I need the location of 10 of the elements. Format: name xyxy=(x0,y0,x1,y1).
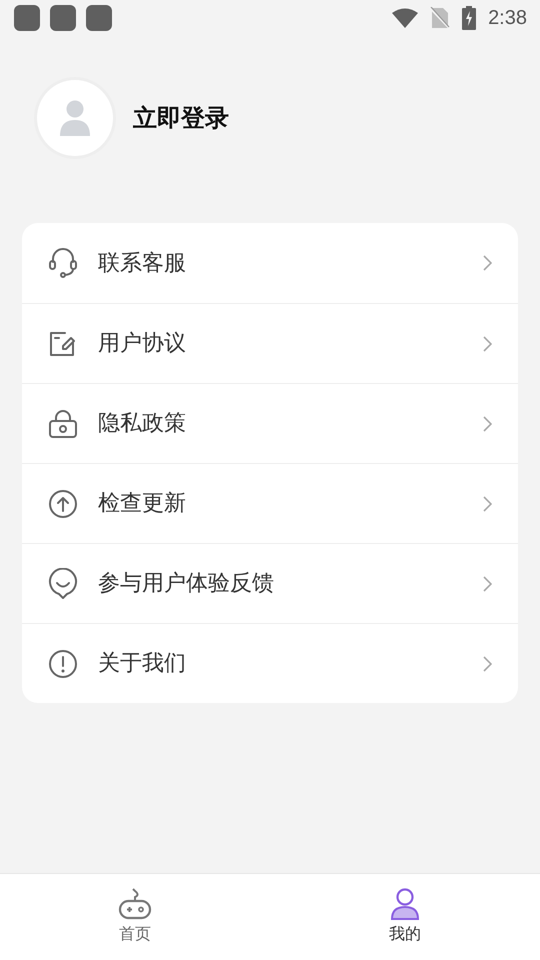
tab[interactable]: 首页 xyxy=(0,874,270,960)
menu-item[interactable]: 关于我们 xyxy=(22,623,518,703)
menu-item[interactable]: 参与用户体验反馈 xyxy=(22,543,518,623)
status-time: 2:38 xyxy=(488,6,527,31)
menu-item[interactable]: 联系客服 xyxy=(22,223,518,303)
tab[interactable]: 我的 xyxy=(270,874,540,960)
menu-item[interactable]: 用户协议 xyxy=(22,303,518,383)
login-link[interactable]: 立即登录 xyxy=(133,100,229,136)
menu-item[interactable]: 检查更新 xyxy=(22,463,518,543)
menu-item[interactable]: 隐私政策 xyxy=(22,383,518,463)
